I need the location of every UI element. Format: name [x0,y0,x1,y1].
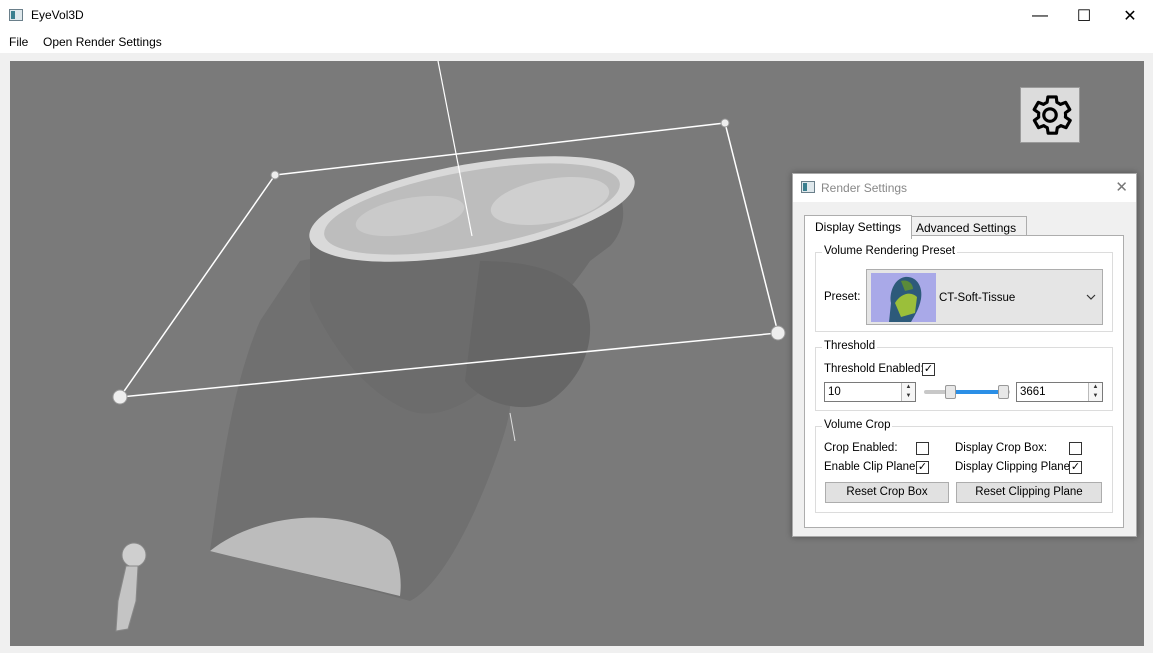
display-crop-box-checkbox[interactable] [1069,442,1082,455]
app-icon [9,9,23,21]
crop-enabled-checkbox[interactable] [916,442,929,455]
plane-handle[interactable] [112,389,128,405]
display-crop-box-label: Display Crop Box: [955,442,1048,454]
threshold-max-value: 3661 [1020,386,1046,398]
plane-handle[interactable] [720,118,730,128]
threshold-min-value: 10 [828,386,841,398]
preset-thumbnail [871,273,936,322]
menu-open-render-settings[interactable]: Open Render Settings [43,35,162,49]
threshold-enabled-checkbox[interactable]: ✓ [922,363,935,376]
threshold-slider-range [950,390,1004,394]
group-title: Volume Rendering Preset [822,245,958,257]
minimize-button[interactable]: — [1017,0,1063,31]
crop-enabled-label: Crop Enabled: [824,442,898,454]
preset-label: Preset: [824,291,861,303]
title-bar: EyeVol3D — ☐ ✕ [0,0,1153,31]
display-clipping-plane-label: Display Clipping Plane: [955,461,1074,473]
axis-line [509,412,516,442]
reset-clipping-plane-button[interactable]: Reset Clipping Plane [956,482,1102,503]
display-clipping-plane-checkbox[interactable]: ✓ [1069,461,1082,474]
dialog-title-bar: Render Settings ✕ [793,174,1136,202]
enable-clip-plane-label: Enable Clip Plane: [824,461,919,473]
maximize-button[interactable]: ☐ [1061,0,1107,31]
group-title: Threshold [822,340,878,352]
menu-file[interactable]: File [9,35,28,49]
spin-arrows-icon[interactable]: ▲ ▼ [901,383,915,401]
threshold-group: Threshold Threshold Enabled: ✓ 10 ▲ ▼ 366… [815,340,1113,411]
dialog-app-icon [801,181,815,193]
orientation-marker-figure [115,542,147,632]
threshold-min-spinbox[interactable]: 10 ▲ ▼ [824,382,916,402]
preset-value: CT-Soft-Tissue [939,292,1016,304]
threshold-max-handle[interactable] [998,385,1009,399]
volume-crop-group: Volume Crop Crop Enabled: Display Crop B… [815,419,1113,513]
chevron-down-icon [1086,294,1096,300]
dialog-title: Render Settings [821,181,908,195]
gear-icon [1032,95,1072,135]
close-button[interactable]: ✕ [1107,0,1153,31]
reset-crop-box-button[interactable]: Reset Crop Box [825,482,949,503]
menu-bar: File Open Render Settings [0,31,1153,53]
threshold-enabled-label: Threshold Enabled: [824,363,924,375]
display-settings-pane: Volume Rendering Preset Preset: CT-Soft-… [804,235,1124,528]
volume-rendering-preset-group: Volume Rendering Preset Preset: CT-Soft-… [815,245,1113,332]
render-settings-dialog: Render Settings ✕ Display Settings Advan… [792,173,1137,537]
tab-display-settings[interactable]: Display Settings [804,215,913,239]
spin-arrows-icon[interactable]: ▲ ▼ [1088,383,1102,401]
group-title: Volume Crop [822,419,893,431]
plane-handle[interactable] [770,325,786,341]
plane-handle[interactable] [270,170,280,180]
dialog-close-button[interactable]: ✕ [1115,178,1128,196]
threshold-min-handle[interactable] [945,385,956,399]
threshold-max-spinbox[interactable]: 3661 ▲ ▼ [1016,382,1103,402]
preset-select[interactable]: CT-Soft-Tissue [866,269,1103,325]
window-title: EyeVol3D [31,8,84,22]
settings-gear-button[interactable] [1020,87,1080,143]
enable-clip-plane-checkbox[interactable]: ✓ [916,461,929,474]
